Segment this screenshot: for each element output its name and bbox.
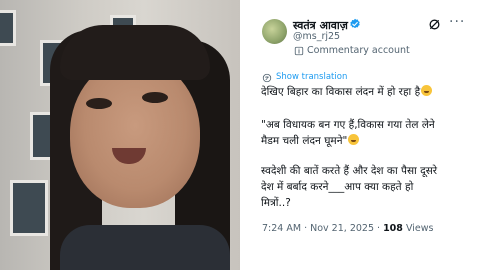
building-window [10, 180, 48, 236]
tweet-text-line: स्वदेशी की बातें करते हैं और देश का पैसा… [261, 165, 438, 177]
building-window [0, 10, 16, 46]
avatar[interactable] [262, 19, 287, 44]
commentary-label[interactable]: Commentary account [307, 45, 410, 56]
tweet-text-line: देखिए बिहार का विकास लंदन में हो रहा है [261, 85, 433, 99]
tweet-text: मैडम चली लंदन घूमने" [261, 135, 348, 147]
more-icon[interactable]: ··· [449, 14, 465, 30]
face [70, 58, 200, 208]
views-label: Views [405, 223, 434, 234]
laughing-emoji-icon [421, 85, 433, 96]
grok-icon[interactable] [428, 18, 441, 31]
eye [142, 92, 168, 103]
hair [60, 25, 210, 80]
info-icon [294, 46, 304, 56]
account-handle[interactable]: @ms_rj25 [293, 31, 340, 42]
video-thumbnail[interactable] [0, 0, 240, 270]
verified-badge-icon [350, 18, 360, 29]
tweet-text-line: देश में बर्बाद करने___आप क्या कहते हो [261, 181, 414, 193]
tweet-meta: 7:24 AM · Nov 21, 2025 · 108 Views [262, 223, 434, 234]
shirt [60, 225, 230, 270]
tweet-date[interactable]: Nov 21, 2025 [310, 223, 374, 234]
tweet-text-line: मैडम चली लंदन घूमने" [261, 134, 360, 148]
winking-emoji-icon [348, 134, 360, 145]
views-count: 108 [383, 223, 403, 234]
tweet-text: देखिए बिहार का विकास लंदन में हो रहा है [261, 86, 421, 98]
tweet-text-line: मित्रों..? [261, 197, 291, 209]
tweet-text-line: "अब विधायक बन गए हैं,विकास गया तेल लेने [261, 119, 435, 131]
show-translation-link[interactable]: Show translation [276, 72, 347, 82]
eye [86, 98, 112, 109]
translate-icon[interactable] [262, 73, 272, 83]
tweet-time[interactable]: 7:24 AM [262, 223, 301, 234]
screenshot: स्वतंत्र आवाज़ @ms_rj25 ··· Commentary a… [0, 0, 480, 270]
